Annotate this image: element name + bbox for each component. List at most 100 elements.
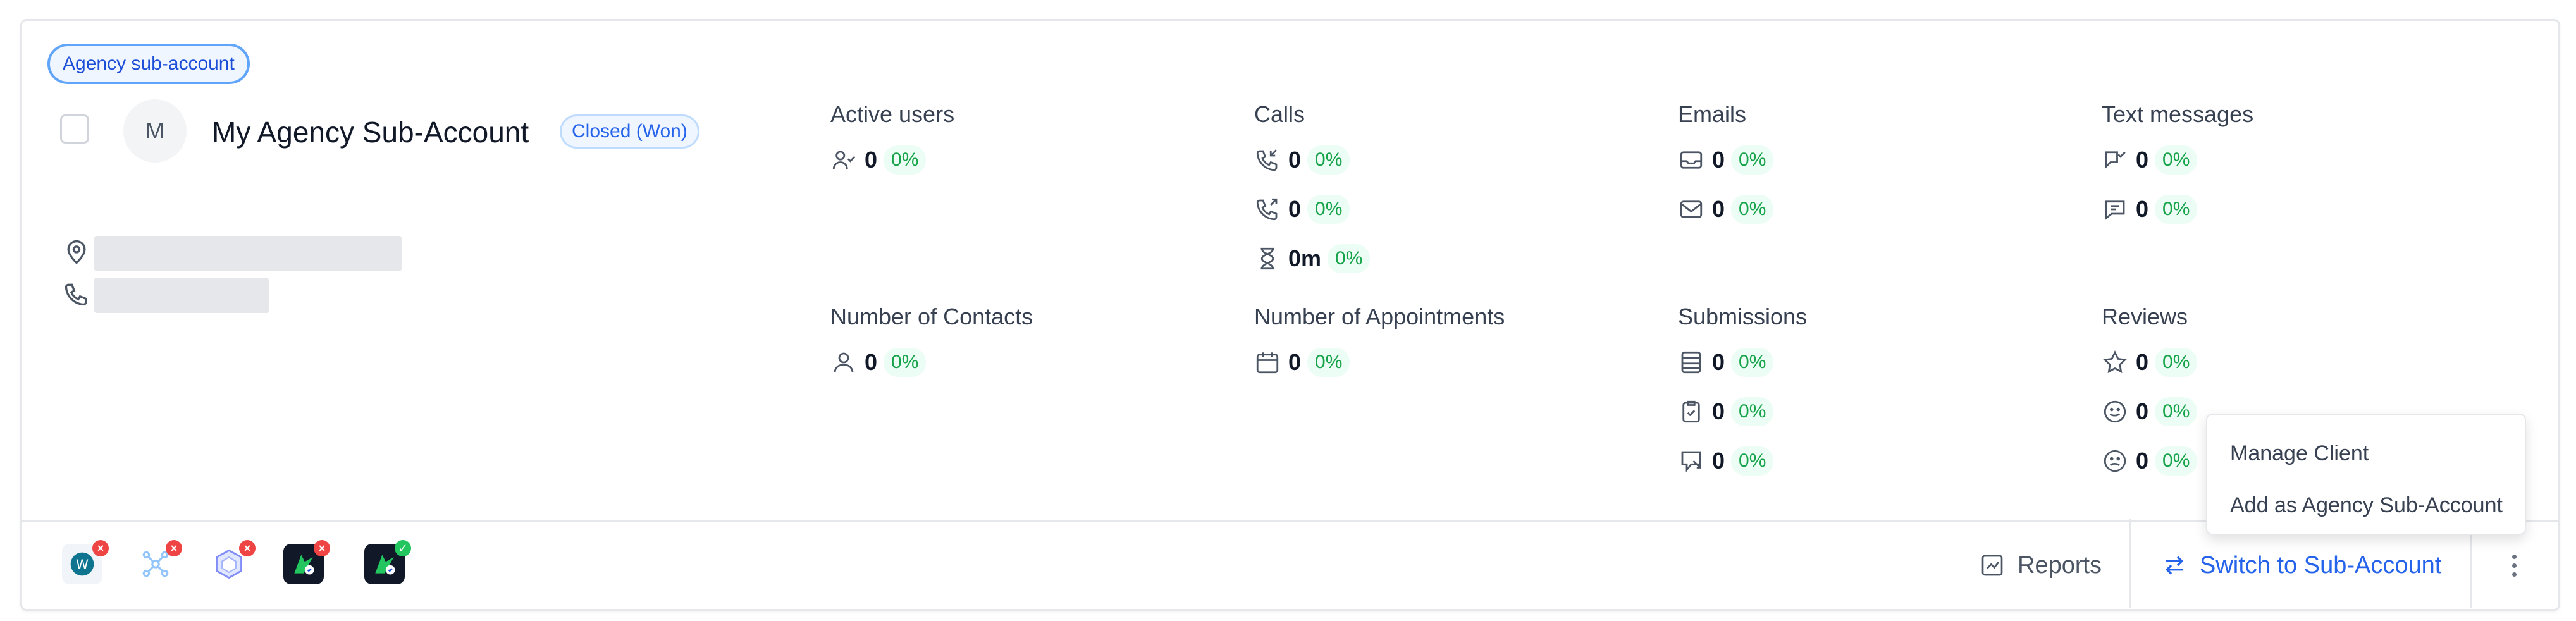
reports-label: Reports <box>2018 551 2102 579</box>
metric-value: 0 <box>2136 398 2149 424</box>
metric-percentage: 0% <box>2155 195 2198 224</box>
more-options-menu: Manage Client Add as Agency Sub-Account <box>2206 414 2526 535</box>
metric-row: 0 0% <box>1678 141 1774 179</box>
dot-icon <box>2511 563 2517 568</box>
metric-row: 0 0% <box>1254 190 1370 228</box>
metric-row: 0 0% <box>1254 343 1505 381</box>
integration-hexagon-app[interactable]: × <box>209 540 256 588</box>
calendar-icon <box>1254 349 1281 376</box>
metric-percentage: 0% <box>1307 348 1350 377</box>
metric-value: 0 <box>1288 196 1302 222</box>
switch-arrows-icon <box>2165 556 2184 575</box>
metric-title: Reviews <box>2102 304 2188 329</box>
agency-sub-account-badge: Agency sub-account <box>47 44 250 84</box>
metric-row: 0 0% <box>1678 343 1807 381</box>
metric-submissions: Submissions 0 0% 0 0% 0 0% <box>1678 303 1807 491</box>
metric-percentage: 0% <box>1307 145 1350 175</box>
metric-row: 0 0% <box>1678 393 1807 431</box>
metric-row: 0 0% <box>1678 442 1807 480</box>
metric-title: Number of Contacts <box>830 304 1033 329</box>
metric-row: 0m 0% <box>1254 240 1371 278</box>
star-icon <box>2102 349 2128 376</box>
metric-value: 0 <box>2136 147 2149 173</box>
metric-emails: Emails 0 0% 0 0% <box>1678 101 1774 240</box>
integration-wordpress[interactable]: W × <box>62 540 109 588</box>
metric-row: 0 0% <box>1254 141 1370 179</box>
metric-appointments: Number of Appointments 0 0% <box>1254 303 1505 393</box>
connected-status-icon: ✓ <box>395 540 411 556</box>
error-status-icon: × <box>314 540 330 556</box>
metric-value: 0 <box>1712 349 1725 375</box>
address-placeholder <box>94 236 402 271</box>
message-icon <box>2102 196 2128 223</box>
metric-row: 0 0% <box>2102 190 2253 228</box>
metric-text-messages: Text messages 0 0% 0 0% <box>2102 101 2253 240</box>
switch-to-sub-account-button[interactable]: Switch to Sub-Account <box>2162 545 2441 586</box>
metric-percentage: 0% <box>1328 244 1371 273</box>
metric-percentage: 0% <box>2155 446 2198 476</box>
metric-row: 0 0% <box>2102 343 2198 381</box>
metric-value: 0 <box>1712 147 1725 173</box>
dot-icon <box>2511 572 2517 577</box>
menu-item-add-agency-sub-account[interactable]: Add as Agency Sub-Account <box>2207 479 2525 531</box>
metric-active-users: Active users 0 0% <box>830 101 954 190</box>
metric-percentage: 0% <box>1731 145 1774 175</box>
user-icon <box>830 349 857 376</box>
sub-account-card: Agency sub-account M My Agency Sub-Accou… <box>20 19 2560 611</box>
metric-percentage: 0% <box>884 348 927 377</box>
metric-percentage: 0% <box>2155 145 2198 175</box>
metric-calls: Calls 0 0% 0 0% 0m 0% <box>1254 101 1371 289</box>
metric-value: 0 <box>1288 349 1302 375</box>
survey-icon <box>1678 448 1704 474</box>
message-check-icon <box>2102 147 2128 173</box>
phone-icon <box>63 280 90 308</box>
smile-icon <box>2102 398 2128 425</box>
integration-phone-app-connected[interactable]: ✓ <box>364 540 411 588</box>
metric-percentage: 0% <box>1731 446 1774 476</box>
metric-value: 0 <box>1288 147 1302 173</box>
metric-percentage: 0% <box>884 145 927 175</box>
error-status-icon: × <box>92 540 109 556</box>
metric-row: 0 0% <box>2102 393 2198 431</box>
user-check-icon <box>830 147 857 173</box>
inbox-icon <box>1678 147 1704 173</box>
dot-icon <box>2511 554 2517 559</box>
metric-contacts: Number of Contacts 0 0% <box>830 303 1033 393</box>
metric-percentage: 0% <box>2155 397 2198 426</box>
select-checkbox[interactable] <box>60 114 89 144</box>
metric-percentage: 0% <box>1731 195 1774 224</box>
chart-icon <box>1981 555 2003 576</box>
integration-network[interactable]: × <box>135 540 182 588</box>
phone-placeholder <box>94 278 269 313</box>
location-pin-icon <box>63 238 90 266</box>
reports-button[interactable]: Reports <box>1980 545 2102 586</box>
avatar: M <box>123 99 187 163</box>
phone-incoming-icon <box>1254 147 1281 173</box>
integration-phone-app[interactable]: × <box>283 540 330 588</box>
metric-percentage: 0% <box>2155 348 2198 377</box>
metric-value: 0 <box>1712 448 1725 474</box>
metric-value: 0m <box>1288 245 1322 271</box>
account-name[interactable]: My Agency Sub-Account <box>212 114 529 150</box>
metric-row: 0 0% <box>830 141 954 179</box>
metric-row: 0 0% <box>2102 442 2198 480</box>
metric-row: 0 0% <box>2102 141 2253 179</box>
menu-item-manage-client[interactable]: Manage Client <box>2207 427 2525 479</box>
metric-title: Emails <box>1678 101 1747 127</box>
mail-icon <box>1678 196 1704 223</box>
form-icon <box>1678 349 1704 376</box>
metric-value: 0 <box>865 349 878 375</box>
metric-row: 0 0% <box>1678 190 1774 228</box>
metric-value: 0 <box>1712 398 1725 424</box>
metric-title: Submissions <box>1678 304 1808 329</box>
more-options-button[interactable] <box>2505 549 2524 582</box>
metric-value: 0 <box>2136 349 2149 375</box>
phone-outgoing-icon <box>1254 196 1281 223</box>
metric-title: Number of Appointments <box>1254 304 1505 329</box>
switch-label: Switch to Sub-Account <box>2200 551 2442 579</box>
metric-value: 0 <box>2136 448 2149 474</box>
footer-divider <box>2129 519 2131 608</box>
metric-value: 0 <box>2136 196 2149 222</box>
svg-text:W: W <box>76 556 89 572</box>
metric-reviews: Reviews 0 0% 0 0% 0 0% <box>2102 303 2198 491</box>
